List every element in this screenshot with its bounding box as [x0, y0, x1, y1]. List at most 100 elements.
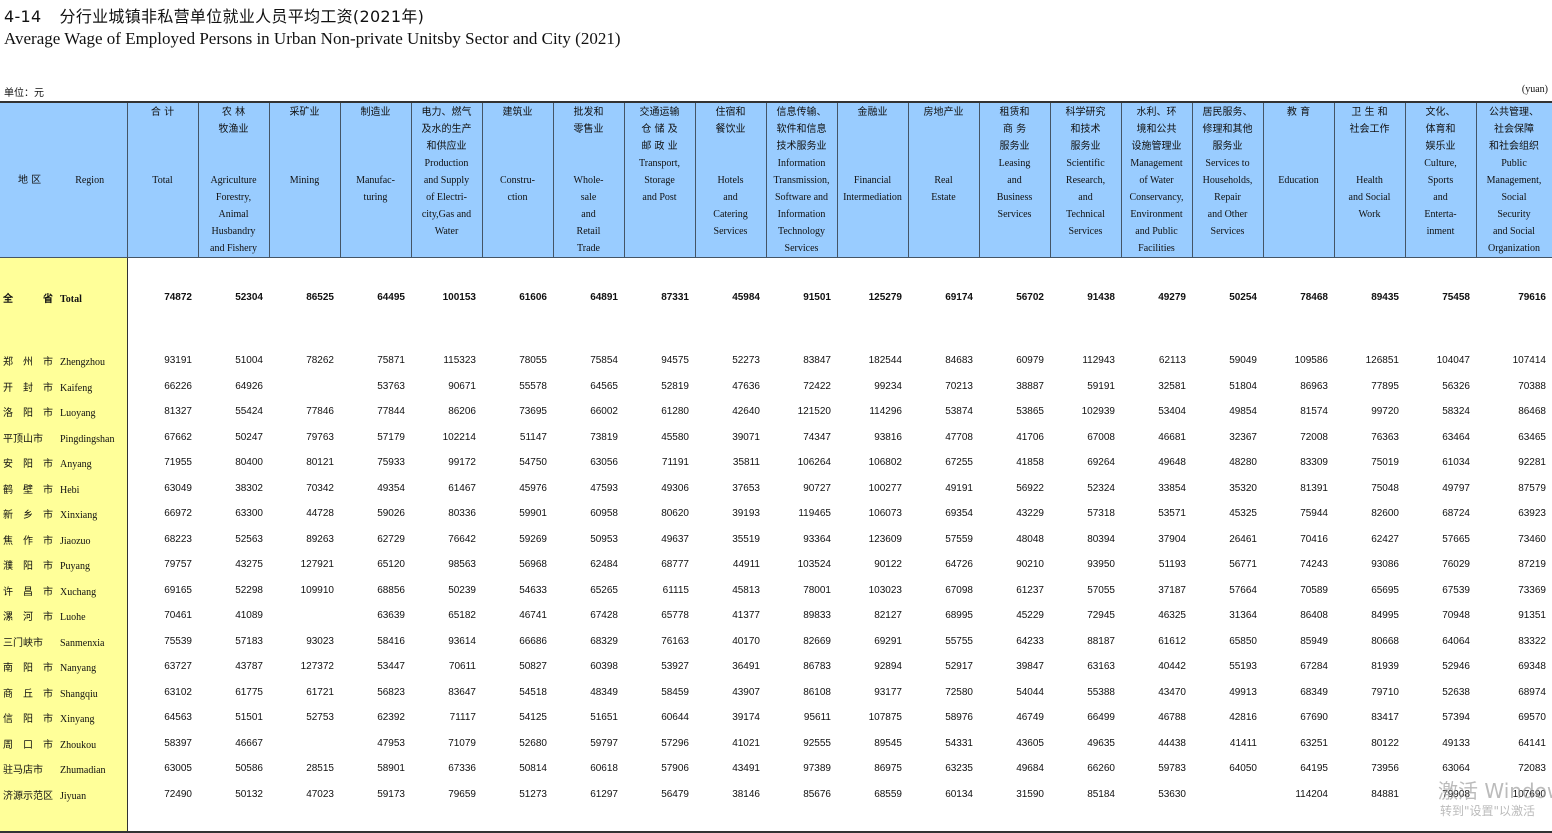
value-cell: 70342 [306, 482, 334, 494]
value-cell [269, 731, 340, 757]
value-cell: 47708 [945, 431, 973, 443]
table-row: 新 乡 市 Xinxiang 66972 63300 44728 59026 80336 59… [0, 501, 1552, 527]
value-cell: 87219 [1518, 559, 1546, 571]
column-header-cn: 合 计 [150, 107, 175, 118]
value-cell: 106802 [868, 457, 902, 469]
value-cell: 64195 [1300, 763, 1328, 775]
value-cell: 46681 [1158, 431, 1186, 443]
value-cell: 82669 [803, 635, 831, 647]
region-cell: 许 昌 市 Xuchang [0, 577, 128, 603]
wage-table: 地 区 Region 合 计 Total 农 林 牧渔业 Agriculture F… [0, 101, 1552, 833]
value-cell: 52917 [945, 661, 973, 673]
value-cell: 76163 [661, 635, 689, 647]
value-cell: 52563 [235, 533, 263, 545]
value-cell: 64926 [235, 380, 263, 392]
region-cell: 周 口 市 Zhoukou [0, 730, 128, 756]
value-cell: 71191 [661, 457, 689, 469]
value-cell: 60134 [945, 788, 973, 800]
value-cell: 70388 [1518, 380, 1546, 392]
value-cell: 80336 [448, 508, 476, 520]
value-cell: 45976 [519, 482, 547, 494]
region-cell: 开 封 市 Kaifeng [0, 373, 128, 399]
title-cn-text: 分行业城镇非私营单位就业人员平均工资(2021年) [59, 7, 425, 26]
column-header: 批发和 零售业 Whole- sale and Retail Trade [552, 101, 625, 258]
value-cell: 62484 [590, 559, 618, 571]
table-row: 开 封 市 Kaifeng 66226 64926 53763 90671 55578 645… [0, 373, 1552, 399]
value-cell: 52638 [1442, 686, 1470, 698]
value-cell: 64891 [590, 291, 618, 303]
value-cell: 83322 [1518, 635, 1546, 647]
value-cell: 40170 [732, 635, 760, 647]
value-cell: 91351 [1518, 610, 1546, 622]
column-header-cn: 文化、 体育和 娱乐业 [1425, 107, 1456, 152]
value-cell: 45580 [661, 431, 689, 443]
value-cell: 80400 [235, 457, 263, 469]
value-cell: 72945 [1087, 610, 1115, 622]
value-cell: 61034 [1442, 457, 1470, 469]
value-cell: 53874 [945, 406, 973, 418]
value-cell: 76029 [1442, 559, 1470, 571]
value-cell: 41089 [235, 610, 263, 622]
value-cell: 50586 [235, 763, 263, 775]
column-header: 公共管理、 社会保障 和社会组织 Public Management, Socia… [1475, 101, 1552, 258]
region-cn: 南 阳 市 [3, 663, 53, 675]
value-cell: 77846 [306, 406, 334, 418]
value-cell: 52946 [1442, 661, 1470, 673]
region-cell: 驻马店市 Zhumadian [0, 756, 128, 782]
value-cell: 77844 [377, 406, 405, 418]
region-cell: 全 省 Total [0, 257, 128, 336]
column-header: 信息传输、 软件和信息 技术服务业 Information Transmissio… [765, 101, 838, 258]
value-cell: 38887 [1016, 380, 1044, 392]
value-cell: 67428 [590, 610, 618, 622]
value-cell: 90727 [803, 482, 831, 494]
value-cell: 55578 [519, 380, 547, 392]
value-cell: 69354 [945, 508, 973, 520]
value-cell: 28515 [306, 763, 334, 775]
value-cell: 35519 [732, 533, 760, 545]
value-cell: 84881 [1371, 788, 1399, 800]
region-cell: 济源示范区 Jiyuan [0, 781, 128, 807]
region-cell: 鹤 壁 市 Hebi [0, 475, 128, 501]
column-header: 卫 生 和 社会工作 Health and Social Work [1333, 101, 1406, 258]
value-cell: 61775 [235, 686, 263, 698]
value-cell: 109910 [300, 584, 334, 596]
value-cell: 40442 [1158, 661, 1186, 673]
region-en: Pingdingshan [60, 433, 115, 445]
value-cell: 61467 [448, 482, 476, 494]
value-cell: 73956 [1371, 763, 1399, 775]
value-cell: 72580 [945, 686, 973, 698]
table-row: 安 阳 市 Anyang 71955 80400 80121 75933 99172 5475… [0, 450, 1552, 476]
value-cell: 41377 [732, 610, 760, 622]
value-cell: 52819 [661, 380, 689, 392]
value-cell: 47023 [306, 788, 334, 800]
value-cell: 54331 [945, 737, 973, 749]
value-cell: 60618 [590, 763, 618, 775]
value-cell: 64141 [1518, 737, 1546, 749]
region-en: Anyang [60, 459, 92, 471]
value-cell: 68856 [377, 584, 405, 596]
value-cell: 68329 [590, 635, 618, 647]
value-cell: 66686 [519, 635, 547, 647]
column-header-en: Total [152, 175, 173, 186]
region-en: Luohe [60, 612, 86, 624]
value-cell: 93191 [164, 355, 192, 367]
value-cell: 37187 [1158, 584, 1186, 596]
value-cell: 43229 [1016, 508, 1044, 520]
value-cell: 80668 [1371, 635, 1399, 647]
value-cell: 61606 [519, 291, 547, 303]
region-cn: 开 封 市 [3, 382, 53, 394]
value-cell: 56968 [519, 559, 547, 571]
value-cell: 46749 [1016, 712, 1044, 724]
value-cell: 63251 [1300, 737, 1328, 749]
value-cell: 63163 [1087, 661, 1115, 673]
value-cell: 85949 [1300, 635, 1328, 647]
value-cell: 75944 [1300, 508, 1328, 520]
table-row: 许 昌 市 Xuchang 69165 52298 109910 68856 50239 54… [0, 577, 1552, 603]
value-cell: 50254 [1229, 291, 1257, 303]
value-cell: 54125 [519, 712, 547, 724]
region-en: Total [60, 293, 82, 305]
value-cell: 50953 [590, 533, 618, 545]
value-cell: 83309 [1300, 457, 1328, 469]
value-cell: 76363 [1371, 431, 1399, 443]
value-cell: 45813 [732, 584, 760, 596]
